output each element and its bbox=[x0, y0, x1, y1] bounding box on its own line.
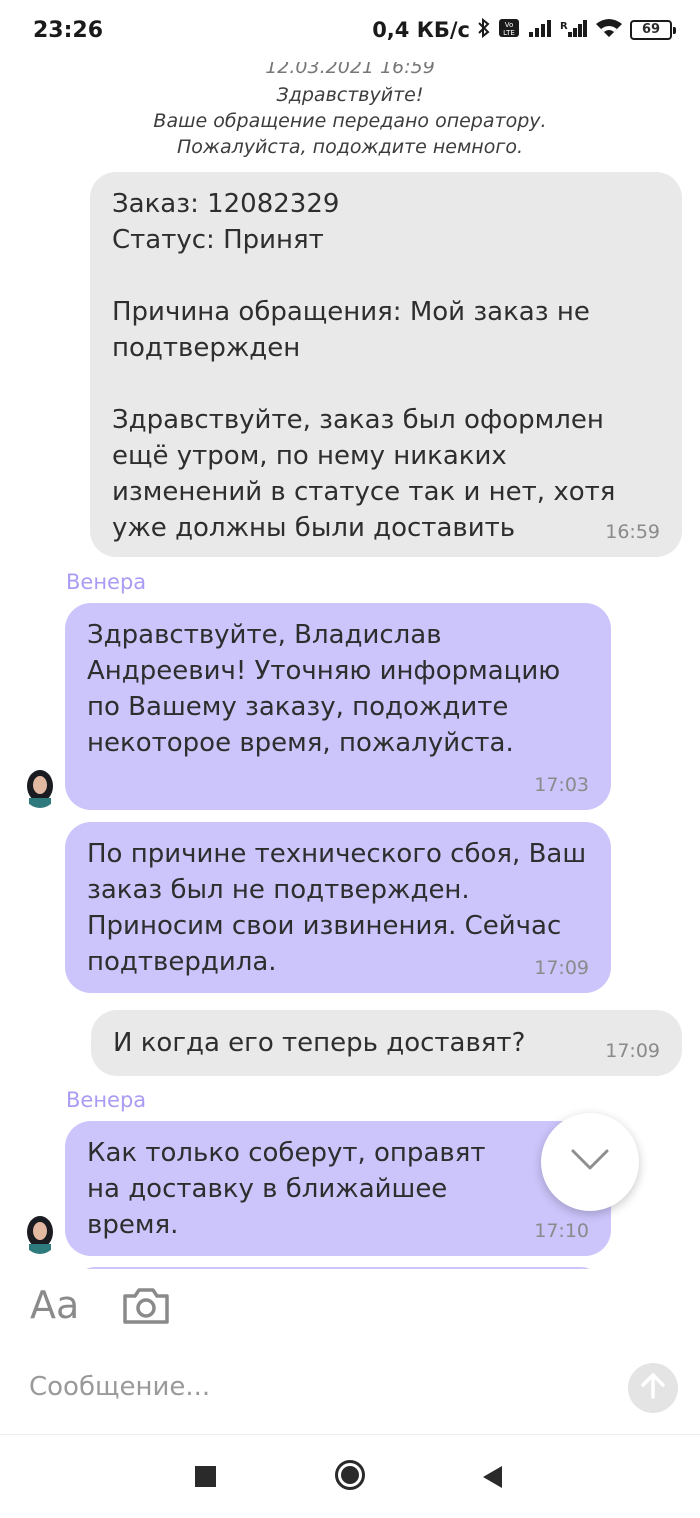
message-time: 17:03 bbox=[534, 774, 589, 796]
message-input[interactable] bbox=[22, 1361, 602, 1413]
svg-text:Vo: Vo bbox=[505, 21, 514, 29]
scroll-to-bottom-button[interactable] bbox=[541, 1113, 639, 1211]
signal-r-icon: R bbox=[560, 18, 588, 42]
home-button[interactable] bbox=[334, 1459, 366, 1491]
bluetooth-icon bbox=[477, 17, 491, 43]
message-text: Как только соберут, оправят на доставку … bbox=[87, 1138, 486, 1240]
avatar[interactable] bbox=[22, 768, 58, 808]
system-greeting: Здравствуйте! bbox=[276, 84, 424, 106]
send-button[interactable] bbox=[628, 1363, 678, 1413]
message-text: Здравствуйте, Владислав Андреевич! Уточн… bbox=[87, 620, 561, 758]
message-outgoing[interactable]: Заказ: 12082329 Статус: Принят Причина о… bbox=[90, 172, 682, 557]
message-incoming[interactable]: Здравствуйте, Владислав Андреевич! Уточн… bbox=[65, 603, 611, 810]
message-incoming[interactable]: По причине технического сбоя, Ваш заказ … bbox=[65, 822, 611, 993]
message-incoming[interactable]: Как только соберут, оправят на доставку … bbox=[65, 1121, 611, 1256]
system-message: Ваше обращение передано оператору. bbox=[153, 110, 547, 132]
signal-icon bbox=[527, 18, 553, 42]
svg-text:R: R bbox=[560, 21, 568, 32]
status-bar: 23:26 0,4 КБ/с Vo LTE R 69 bbox=[0, 0, 700, 62]
message-text: И когда его теперь доставят? bbox=[113, 1028, 526, 1058]
message-time: 16:59 bbox=[605, 521, 660, 543]
text-format-button[interactable]: Aa bbox=[30, 1283, 79, 1327]
chat-date: 12.03.2021 16:59 bbox=[265, 62, 435, 78]
back-button[interactable] bbox=[481, 1465, 503, 1493]
svg-text:LTE: LTE bbox=[503, 29, 515, 37]
message-text: По причине технического сбоя, Ваш заказ … bbox=[87, 839, 587, 977]
system-message: Пожалуйста, подождите немного. bbox=[177, 136, 523, 158]
message-composer: Aa bbox=[0, 1269, 700, 1432]
message-outgoing[interactable]: И когда его теперь доставят? 17:09 bbox=[91, 1010, 682, 1076]
chevron-down-icon bbox=[570, 1148, 610, 1176]
message-time: 17:09 bbox=[534, 957, 589, 979]
network-speed: 0,4 КБ/с bbox=[372, 18, 470, 42]
chat-area[interactable]: 12.03.2021 16:59 Здравствуйте! Ваше обра… bbox=[0, 62, 700, 1269]
wifi-icon bbox=[595, 18, 623, 42]
status-icons: 0,4 КБ/с Vo LTE R 69 bbox=[372, 17, 676, 43]
message-time: 17:09 bbox=[605, 1040, 660, 1062]
message-time: 17:10 bbox=[534, 1220, 589, 1242]
sender-name: Венера bbox=[66, 570, 147, 594]
recent-apps-button[interactable] bbox=[195, 1466, 216, 1487]
battery-icon: 69 bbox=[630, 20, 676, 40]
avatar[interactable] bbox=[22, 1214, 58, 1254]
message-text: Заказ: 12082329 Статус: Принят Причина о… bbox=[112, 189, 616, 543]
volte-icon: Vo LTE bbox=[498, 18, 520, 42]
system-navigation-bar bbox=[0, 1434, 700, 1518]
sender-name: Венера bbox=[66, 1088, 147, 1112]
status-time: 23:26 bbox=[33, 18, 104, 43]
camera-icon[interactable] bbox=[121, 1286, 171, 1330]
arrow-up-icon bbox=[640, 1372, 666, 1404]
